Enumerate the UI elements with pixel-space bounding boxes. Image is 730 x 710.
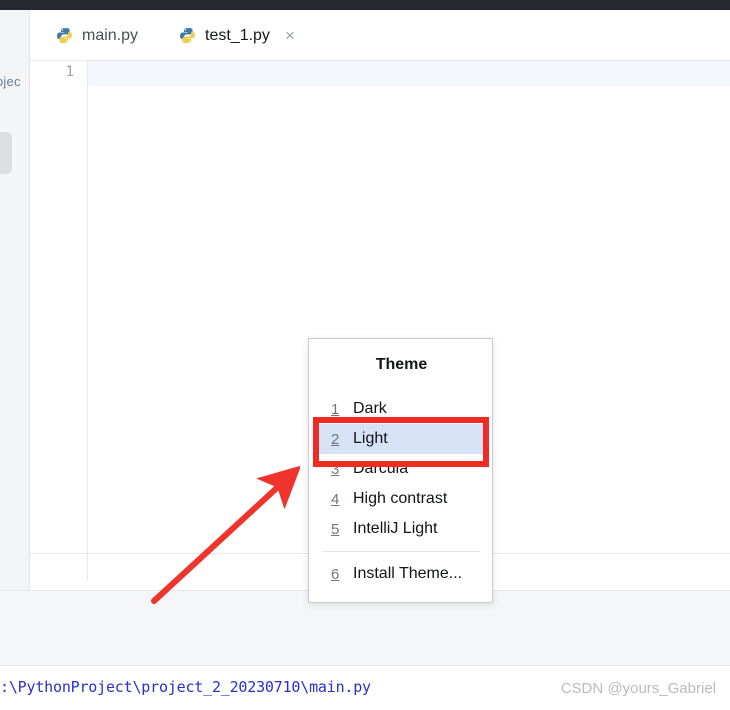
menu-item-darcula[interactable]: 3 Darcula <box>309 454 494 484</box>
tab-test-1-py[interactable]: test_1.py × <box>165 10 309 61</box>
menu-item-dark[interactable]: 1 Dark <box>309 394 494 424</box>
menu-item-high-contrast[interactable]: 4 High contrast <box>309 484 494 514</box>
tab-label: test_1.py <box>205 26 270 44</box>
tab-main-py[interactable]: main.py <box>42 10 152 61</box>
menu-item-install-theme[interactable]: 6 Install Theme... <box>309 559 494 589</box>
menu-item-label: Light <box>353 430 388 447</box>
menu-item-label: Dark <box>353 400 387 417</box>
python-file-icon <box>180 28 195 43</box>
tab-label: main.py <box>82 26 139 44</box>
csdn-watermark: CSDN @yours_Gabriel <box>560 680 716 697</box>
menu-item-label: Install Theme... <box>353 565 463 582</box>
menu-mnemonic: 4 <box>331 490 340 508</box>
tool-window-bar[interactable]: ojec <box>0 10 30 590</box>
menu-item-light[interactable]: 2 Light <box>317 424 486 454</box>
python-file-icon <box>57 28 72 43</box>
menu-separator <box>323 551 480 552</box>
menu-mnemonic: 6 <box>331 565 340 583</box>
menu-mnemonic: 5 <box>331 520 340 538</box>
status-file-path: :\PythonProject\project_2_20230710\main.… <box>0 678 371 696</box>
editor-tab-bar: main.py test_1.py × <box>30 10 730 69</box>
editor-gutter[interactable]: 1 <box>30 61 88 580</box>
tool-window-stub[interactable] <box>0 132 12 174</box>
line-number: 1 <box>65 64 74 80</box>
theme-popup-menu[interactable]: Theme 1 Dark 2 Light 3 Darcula 4 High co… <box>308 338 493 603</box>
theme-menu-list: 1 Dark 2 Light 3 Darcula 4 High contrast… <box>309 394 494 589</box>
caret-row-highlight <box>30 61 730 86</box>
menu-item-intellij-light[interactable]: 5 IntelliJ Light <box>309 514 494 544</box>
window-titlebar <box>0 0 730 10</box>
menu-item-label: IntelliJ Light <box>353 520 438 537</box>
menu-mnemonic: 2 <box>331 430 340 448</box>
menu-mnemonic: 3 <box>331 460 340 478</box>
menu-item-label: Darcula <box>353 460 409 477</box>
menu-mnemonic: 1 <box>331 400 340 418</box>
close-icon[interactable]: × <box>285 27 295 44</box>
status-bar: :\PythonProject\project_2_20230710\main.… <box>0 665 730 710</box>
menu-item-label: High contrast <box>353 490 448 507</box>
popup-title: Theme <box>375 356 428 373</box>
